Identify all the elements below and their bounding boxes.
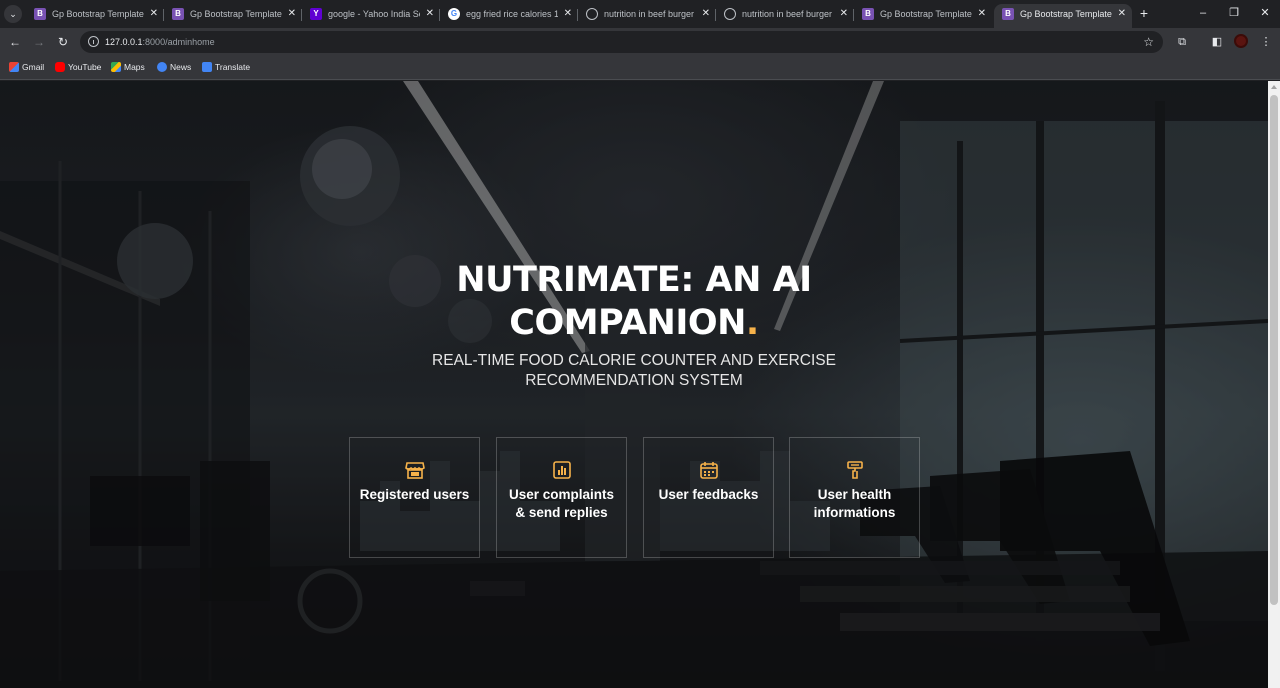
page-viewport: NUTRIMATE: AN AI COMPANION. REAL-TIME FO… [0,81,1268,688]
bookmark-star-icon[interactable]: ☆ [1143,31,1154,53]
card-label: Registered users [359,487,470,502]
restore-icon[interactable]: ❐ [1226,5,1242,21]
extensions-puzzle-icon[interactable]: ⧉ [1174,34,1190,50]
bootstrap-icon: B [172,8,184,20]
side-panel-icon[interactable]: ◧ [1209,34,1225,50]
card-label: User health informations [813,487,896,520]
tab-title: egg fried rice calories 100 [466,9,558,19]
site-info-icon[interactable] [88,36,99,47]
browser-tab[interactable]: B Gp Bootstrap Template - I ✕ [854,4,992,28]
new-tab-plus-icon[interactable]: + [1136,5,1152,21]
tab-title: Gp Bootstrap Template - I [880,9,972,19]
reload-icon[interactable]: ↻ [55,34,71,50]
card-label: User complaints & send replies [508,487,615,520]
globe-icon [586,8,598,20]
page-scrollbar[interactable] [1268,81,1280,688]
bookmark-youtube[interactable]: YouTube [55,56,101,78]
card-label: User feedbacks [658,487,759,502]
bookmark-maps[interactable]: Maps [111,56,145,78]
tab-close-icon[interactable]: ✕ [840,4,848,24]
tab-search-chevron-icon[interactable]: ⌄ [4,5,22,23]
window-close-icon[interactable]: ✕ [1257,5,1273,21]
bookmark-label: News [170,62,192,72]
yahoo-icon: Y [310,8,322,20]
browser-tab[interactable]: B Gp Bootstrap Template - I ✕ [26,4,164,28]
paint-roller-icon [846,461,863,479]
news-icon [157,62,167,72]
browser-tab[interactable]: nutrition in beef burger - ✕ [716,4,854,28]
card-user-complaints[interactable]: User complaints & send replies [496,437,627,558]
tab-title: nutrition in beef burger - [604,9,696,19]
bookmark-translate[interactable]: Translate [202,56,250,78]
bookmark-label: YouTube [68,62,102,72]
bootstrap-icon: B [34,8,46,20]
profile-avatar[interactable] [1234,34,1248,48]
tab-title: nutrition in beef burger - [742,9,834,19]
tab-close-icon[interactable]: ✕ [1118,4,1126,24]
card-user-feedbacks[interactable]: User feedbacks [643,437,774,558]
address-bar[interactable]: 127.0.0.1:8000/adminhome ☆ [80,31,1163,53]
bookmark-gmail[interactable]: Gmail [9,56,44,78]
browser-tab-active[interactable]: B Gp Bootstrap Template - I ✕ [994,4,1132,28]
gmail-icon [9,62,19,72]
browser-tab[interactable]: B Gp Bootstrap Template - I ✕ [164,4,302,28]
forward-arrow-icon[interactable]: → [31,34,47,50]
hero-title: NUTRIMATE: AN AI COMPANION. [456,260,812,343]
browser-tab[interactable]: G egg fried rice calories 100 ✕ [440,4,578,28]
card-registered-users[interactable]: Registered users [349,437,480,558]
globe-icon [724,8,736,20]
bootstrap-icon: B [862,8,874,20]
tab-title: Gp Bootstrap Template - I [52,9,144,19]
calendar-icon [699,462,718,479]
tab-title: Gp Bootstrap Template - I [190,9,282,19]
maps-icon [111,62,121,72]
youtube-icon [55,62,65,72]
tab-close-icon[interactable]: ✕ [150,4,158,24]
scroll-up-arrow-icon[interactable] [1271,85,1277,89]
google-icon: G [448,8,460,20]
menu-kebab-icon[interactable]: ⋮ [1258,34,1274,50]
bookmarks-bar: Gmail YouTube Maps News Translate [0,56,1280,80]
browser-tab[interactable]: nutrition in beef burger - ✕ [578,4,716,28]
hero-subtitle: REAL-TIME FOOD CALORIE COUNTER AND EXERC… [432,352,836,389]
bar-chart-icon [552,461,571,479]
tab-close-icon[interactable]: ✕ [564,4,572,24]
bookmark-news[interactable]: News [157,56,191,78]
tab-close-icon[interactable]: ✕ [978,4,986,24]
tab-close-icon[interactable]: ✕ [288,4,296,24]
browser-toolbar: ← → ↻ 127.0.0.1:8000/adminhome ☆ ⧉ ◧ ⋮ [0,28,1280,56]
translate-icon [202,62,212,72]
back-arrow-icon[interactable]: ← [7,34,23,50]
tab-title: google - Yahoo India Sear [328,9,420,19]
url-text[interactable]: 127.0.0.1:8000/adminhome [105,31,215,53]
bootstrap-icon: B [1002,8,1014,20]
minimize-icon[interactable]: – [1195,5,1211,21]
browser-tab-strip: ⌄ B Gp Bootstrap Template - I ✕ B Gp Boo… [0,0,1280,28]
card-user-health-informations[interactable]: User health informations [789,437,920,558]
tab-title: Gp Bootstrap Template - I [1020,9,1112,19]
bookmark-label: Gmail [22,62,45,72]
hero-title-accent-dot: . [745,303,759,343]
tab-close-icon[interactable]: ✕ [702,4,710,24]
browser-tab[interactable]: Y google - Yahoo India Sear ✕ [302,4,440,28]
bookmark-label: Maps [124,62,145,72]
store-icon [404,462,425,479]
bookmark-label: Translate [215,62,251,72]
scrollbar-thumb[interactable] [1270,95,1278,605]
tab-close-icon[interactable]: ✕ [426,4,434,24]
